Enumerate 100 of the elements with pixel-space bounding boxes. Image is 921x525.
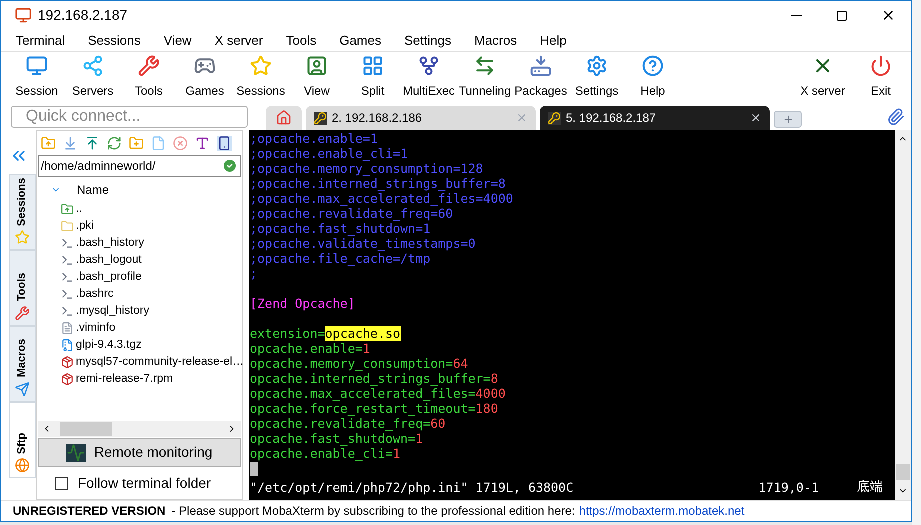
scroll-thumb[interactable] [60, 422, 112, 436]
paperclip-icon[interactable] [887, 108, 905, 126]
home-tab[interactable] [266, 106, 302, 130]
rename-icon[interactable] [195, 136, 210, 150]
terminal-screen[interactable] [249, 130, 895, 500]
terminal-line: ;opcache.enable=1 [250, 131, 378, 146]
menu-item[interactable]: Sessions [87, 30, 142, 50]
exit-icon [869, 55, 893, 77]
menu-item[interactable]: Help [539, 30, 568, 50]
key-icon [314, 112, 327, 124]
file-name[interactable]: glpi-9.4.3.tgz [76, 336, 142, 354]
terminal-line: ; [250, 266, 258, 281]
new-tab-button[interactable] [774, 111, 802, 128]
remote-monitoring-button[interactable]: Remote monitoring [38, 438, 241, 467]
terminal-line: ;opcache.interned_strings_buffer=8 [250, 176, 506, 191]
toolbar-button[interactable]: X server [795, 52, 851, 100]
toolbar-button[interactable]: Settings [569, 52, 625, 100]
menu-item[interactable]: View [162, 30, 193, 50]
file-name[interactable]: .. [76, 200, 82, 218]
app-logo-icon [15, 7, 32, 24]
check-icon[interactable] [222, 158, 238, 174]
website-link[interactable]: https://mobaxterm.mobatek.net [579, 502, 745, 520]
terminal-cursor [250, 462, 258, 476]
maximize-icon [836, 10, 848, 22]
path-field[interactable]: /home/adminneworld/ [38, 155, 241, 177]
side-tab[interactable]: Macros [9, 326, 36, 402]
upload-icon[interactable] [85, 136, 100, 150]
file-name[interactable]: .bashrc [76, 286, 114, 304]
terminal-line: ;opcache.revalidate_freq=60 [250, 206, 454, 221]
terminal-line: opcache.force_restart_timeout=180 [250, 401, 498, 416]
terminal-line: ;opcache.max_accelerated_files=4000 [250, 191, 514, 206]
session-tab[interactable]: 2. 192.168.2.186 [306, 106, 536, 130]
terminal-line: opcache.interned_strings_buffer=8 [250, 371, 498, 386]
window-title: 192.168.2.187 [38, 6, 128, 25]
file-name[interactable]: remi-release-7.rpm [76, 370, 174, 388]
toolbar-button[interactable]: Tools [121, 52, 177, 100]
toolbar-button[interactable]: Packages [513, 52, 569, 100]
file-name[interactable]: mysql57-community-release-el… [76, 354, 244, 372]
download-icon[interactable] [63, 136, 78, 150]
close-tab-icon[interactable] [750, 112, 762, 124]
terminal-line: opcache.enable_cli=1 [250, 446, 401, 461]
session-icon [25, 55, 49, 77]
follow-checkbox[interactable] [55, 476, 68, 490]
vertical-scrollbar[interactable] [895, 130, 911, 500]
file-name[interactable]: .bash_logout [76, 252, 142, 270]
terminal-line: opcache.max_accelerated_files=4000 [250, 386, 506, 401]
scroll-thumb[interactable] [896, 464, 910, 480]
terminal-line: opcache.memory_consumption=64 [250, 356, 468, 371]
home-icon [276, 110, 292, 126]
toolbar-button[interactable]: Games [177, 52, 233, 100]
parent-folder-icon[interactable] [41, 136, 56, 150]
folder-icon [61, 220, 74, 233]
menu-item[interactable]: Settings [404, 30, 452, 50]
menu-item[interactable]: Macros [473, 30, 518, 50]
file-name[interactable]: .pki [76, 218, 94, 236]
toolbar-button[interactable]: Help [625, 52, 681, 100]
star-icon [15, 230, 30, 245]
toolbar-button[interactable]: Servers [65, 52, 121, 100]
new-folder-icon[interactable] [129, 136, 144, 150]
terminal-line: extension=opcache.so [250, 326, 401, 341]
toolbar-button[interactable]: Exit [853, 52, 909, 100]
archive-file-icon [61, 339, 74, 352]
side-tab[interactable]: Sftp [9, 402, 36, 478]
toolbar-button[interactable]: Session [9, 52, 65, 100]
terminal-line: opcache.revalidate_freq=60 [250, 416, 446, 431]
session-tab[interactable]: 5. 192.168.2.187 [540, 106, 770, 130]
column-header[interactable]: Name [77, 181, 110, 199]
menu-item[interactable]: Games [338, 30, 382, 50]
file-name[interactable]: .bash_history [76, 234, 144, 252]
device-icon[interactable] [217, 136, 232, 150]
toolbar-button[interactable]: Tunneling [457, 52, 513, 100]
horizontal-scrollbar[interactable] [38, 421, 241, 437]
quick-connect-field[interactable]: Quick connect... [11, 106, 248, 128]
new-file-icon[interactable] [151, 136, 166, 150]
plus-icon [782, 114, 794, 125]
menu-item[interactable]: X server [214, 30, 264, 50]
file-name[interactable]: .viminfo [76, 320, 116, 338]
file-name[interactable]: .mysql_history [76, 302, 150, 320]
delete-icon[interactable] [173, 136, 188, 150]
terminal-line: ;opcache.file_cache=/tmp [250, 251, 431, 266]
toolbar-button[interactable]: Split [345, 52, 401, 100]
paper-plane-icon [15, 382, 30, 397]
toolbar-button[interactable]: View [289, 52, 345, 100]
terminal-file-icon [61, 237, 74, 250]
unregistered-label: UNREGISTERED VERSION [13, 503, 166, 520]
vim-file-info: "/etc/opt/remi/php72/php.ini" 1719L, 63800C [250, 480, 574, 495]
menu-item[interactable]: Terminal [15, 30, 66, 50]
terminal-file-icon [61, 254, 74, 267]
side-tab[interactable]: Sessions [9, 174, 36, 250]
vim-scroll-position: 底端 [857, 480, 883, 495]
toolbar-button[interactable]: Sessions [233, 52, 289, 100]
file-name[interactable]: .bash_profile [76, 268, 142, 286]
packages-icon [529, 55, 553, 77]
toolbar-button[interactable]: MultiExec [401, 52, 457, 100]
refresh-icon[interactable] [107, 136, 122, 150]
menu-item[interactable]: Tools [285, 30, 318, 50]
monitor-icon [66, 444, 86, 462]
side-tab[interactable]: Tools [9, 250, 36, 326]
terminal-line: ;opcache.enable_cli=1 [250, 146, 408, 161]
terminal-line: ;opcache.fast_shutdown=1 [250, 221, 431, 236]
